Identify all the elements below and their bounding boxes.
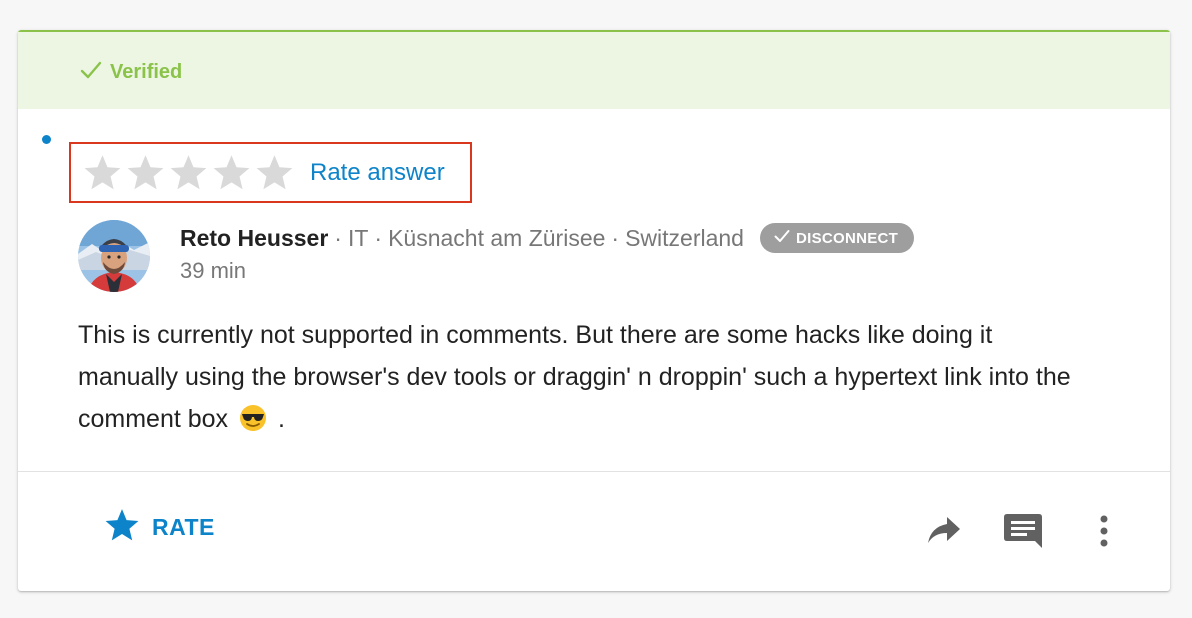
checkmark-icon [774, 229, 790, 247]
separator: · [334, 224, 342, 251]
comment-text: This is currently not supported in comme… [78, 321, 1071, 433]
share-icon [926, 517, 962, 549]
more-vertical-icon [1094, 515, 1114, 552]
separator: · [611, 224, 620, 251]
verified-banner: Verified [18, 30, 1170, 109]
avatar[interactable] [78, 220, 150, 292]
answer-card: Verified Rate answer Reto Heusser · IT ·… [18, 30, 1170, 591]
separator: · [374, 224, 383, 251]
star-icon[interactable] [212, 154, 251, 191]
sunglasses-emoji-icon [239, 403, 267, 431]
rate-answer-widget: Rate answer [69, 142, 472, 203]
star-icon[interactable] [83, 154, 122, 191]
author-city: Küsnacht am Zürisee [388, 224, 606, 251]
star-icon[interactable] [126, 154, 165, 191]
verified-status: Verified [80, 60, 182, 85]
post-time: 39 min [180, 258, 247, 283]
star-rating[interactable] [83, 154, 294, 191]
disconnect-label: DISCONNECT [795, 229, 899, 247]
star-icon[interactable] [255, 154, 294, 191]
comment-body: This is currently not supported in comme… [78, 314, 1088, 440]
rate-button-label: RATE [152, 514, 215, 540]
checkmark-icon [80, 60, 102, 85]
comment-icon [1003, 514, 1043, 554]
star-icon[interactable] [169, 154, 208, 191]
comment-text-end: . [277, 405, 285, 433]
rate-button[interactable]: RATE [104, 508, 215, 547]
rate-answer-link[interactable]: Rate answer [310, 159, 445, 187]
star-icon [104, 508, 140, 547]
disconnect-badge[interactable]: DISCONNECT [759, 223, 915, 253]
verified-label: Verified [110, 61, 183, 83]
author-category: IT [347, 224, 369, 251]
unread-indicator [42, 135, 51, 144]
divider [18, 471, 1170, 472]
author-info: Reto Heusser · IT · Küsnacht am Zürisee … [180, 223, 915, 253]
comment-button[interactable] [1003, 512, 1043, 555]
more-options-button[interactable] [1094, 514, 1114, 553]
share-button[interactable] [926, 515, 962, 550]
author-name[interactable]: Reto Heusser [180, 225, 328, 252]
author-country: Switzerland [625, 224, 744, 251]
